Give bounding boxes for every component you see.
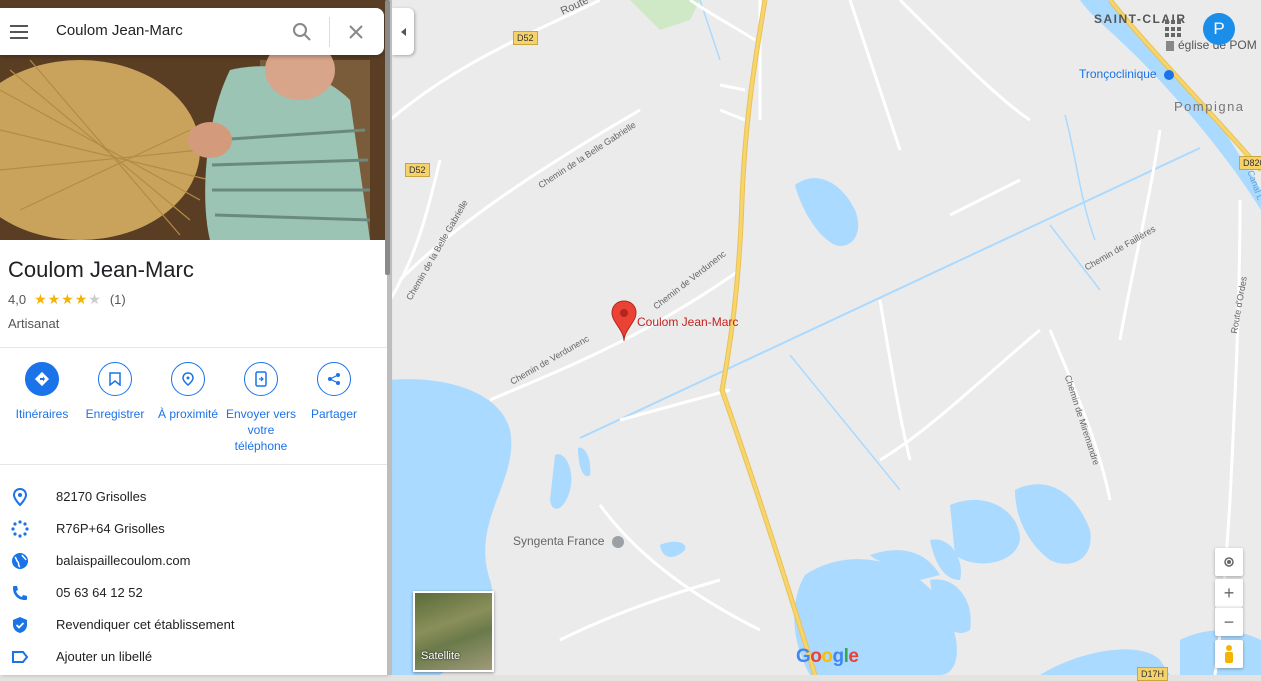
road-shield: D17H [1137, 667, 1169, 681]
phone-icon [13, 586, 27, 600]
poi-pin-icon [1163, 69, 1174, 80]
apps-grid-icon[interactable] [1165, 20, 1183, 38]
poi-label: Syngenta France [513, 534, 605, 548]
plus-code-icon [11, 520, 29, 538]
zoom-in-button[interactable]: + [1215, 579, 1243, 607]
rating-row[interactable]: 4,0 ★★★★★ (1) [8, 291, 126, 308]
hamburger-menu-icon[interactable] [10, 25, 28, 39]
satellite-label: Satellite [421, 650, 461, 662]
rating-value: 4,0 [8, 292, 27, 307]
search-input[interactable]: Coulom Jean-Marc [56, 22, 183, 39]
rating-stars: ★★★★★ [34, 291, 102, 307]
place-label-pompignan: Pompigna [1174, 99, 1245, 114]
action-label: Itinéraires [15, 407, 69, 421]
send-to-phone-icon [244, 362, 278, 396]
action-label: Partager [310, 407, 358, 421]
poi-pin-icon [611, 535, 624, 548]
poi-troncoclinique[interactable]: Tronçoclinique [1079, 67, 1174, 81]
info-row-plus-code[interactable]: R76P+64 Grisolles [0, 513, 387, 545]
marker-label: Coulom Jean-Marc [637, 315, 739, 329]
account-avatar[interactable]: P [1203, 13, 1235, 45]
info-row-website[interactable]: balaispaillecoulom.com [0, 545, 387, 577]
place-category[interactable]: Artisanat [8, 316, 59, 331]
share-button[interactable]: Partager [294, 362, 374, 422]
share-icon [317, 362, 351, 396]
caret-left-icon [401, 27, 406, 36]
road-shield: D52 [513, 31, 538, 45]
divider [0, 347, 387, 348]
send-to-phone-button[interactable]: Envoyer vers votre téléphone [221, 362, 301, 454]
marker-pin-icon [611, 300, 637, 342]
poi-syngenta[interactable]: Syngenta France [513, 534, 624, 548]
info-address: 82170 Grisolles [56, 489, 147, 504]
info-row-label[interactable]: Ajouter un libellé [0, 641, 387, 673]
save-button[interactable]: Enregistrer [75, 362, 155, 422]
info-row-claim[interactable]: Revendiquer cet établissement [0, 609, 387, 641]
panel-scrollbar[interactable] [385, 0, 390, 275]
church-icon [1166, 40, 1174, 51]
verified-shield-icon [13, 617, 27, 633]
collapse-panel-button[interactable] [392, 8, 414, 55]
search-box[interactable]: Coulom Jean-Marc [0, 8, 384, 55]
info-row-address[interactable]: 82170 Grisolles [0, 481, 387, 513]
action-label: À proximité [157, 407, 219, 421]
pegman-icon [1225, 645, 1233, 663]
action-label: Envoyer vers votre téléphone [225, 407, 297, 453]
info-website: balaispaillecoulom.com [56, 553, 191, 568]
info-claim: Revendiquer cet établissement [56, 617, 235, 632]
close-icon[interactable] [346, 22, 366, 42]
road-shield: D820 [1239, 156, 1261, 170]
info-phone: 05 63 64 12 52 [56, 585, 143, 600]
info-row-phone[interactable]: 05 63 64 12 52 [0, 577, 387, 609]
bookmark-icon [98, 362, 132, 396]
my-location-icon [1224, 557, 1234, 567]
divider [0, 464, 387, 465]
directions-button[interactable]: Itinéraires [2, 362, 82, 422]
info-add-label: Ajouter un libellé [56, 649, 153, 664]
review-count[interactable]: (1) [110, 292, 126, 307]
place-marker[interactable] [611, 300, 637, 342]
nearby-icon [171, 362, 205, 396]
place-title: Coulom Jean-Marc [8, 257, 194, 282]
search-divider [329, 17, 330, 47]
info-plus-code: R76P+64 Grisolles [56, 521, 165, 536]
place-panel: Coulom Jean-Marc Coulom Jean-Marc 4,0 ★★… [0, 0, 387, 675]
location-pin-icon [12, 487, 28, 507]
globe-icon [12, 553, 28, 569]
zoom-out-button[interactable]: − [1215, 607, 1243, 636]
my-location-button[interactable] [1215, 548, 1243, 576]
road-shield: D52 [405, 163, 430, 177]
satellite-toggle[interactable]: Satellite [413, 591, 494, 672]
google-logo: Google [796, 646, 859, 667]
nearby-button[interactable]: À proximité [148, 362, 228, 422]
action-label: Enregistrer [85, 407, 145, 421]
directions-icon [25, 362, 59, 396]
label-icon [12, 651, 29, 663]
poi-label: Tronçoclinique [1079, 67, 1157, 81]
street-view-pegman[interactable] [1215, 640, 1243, 668]
search-icon[interactable] [292, 22, 312, 42]
